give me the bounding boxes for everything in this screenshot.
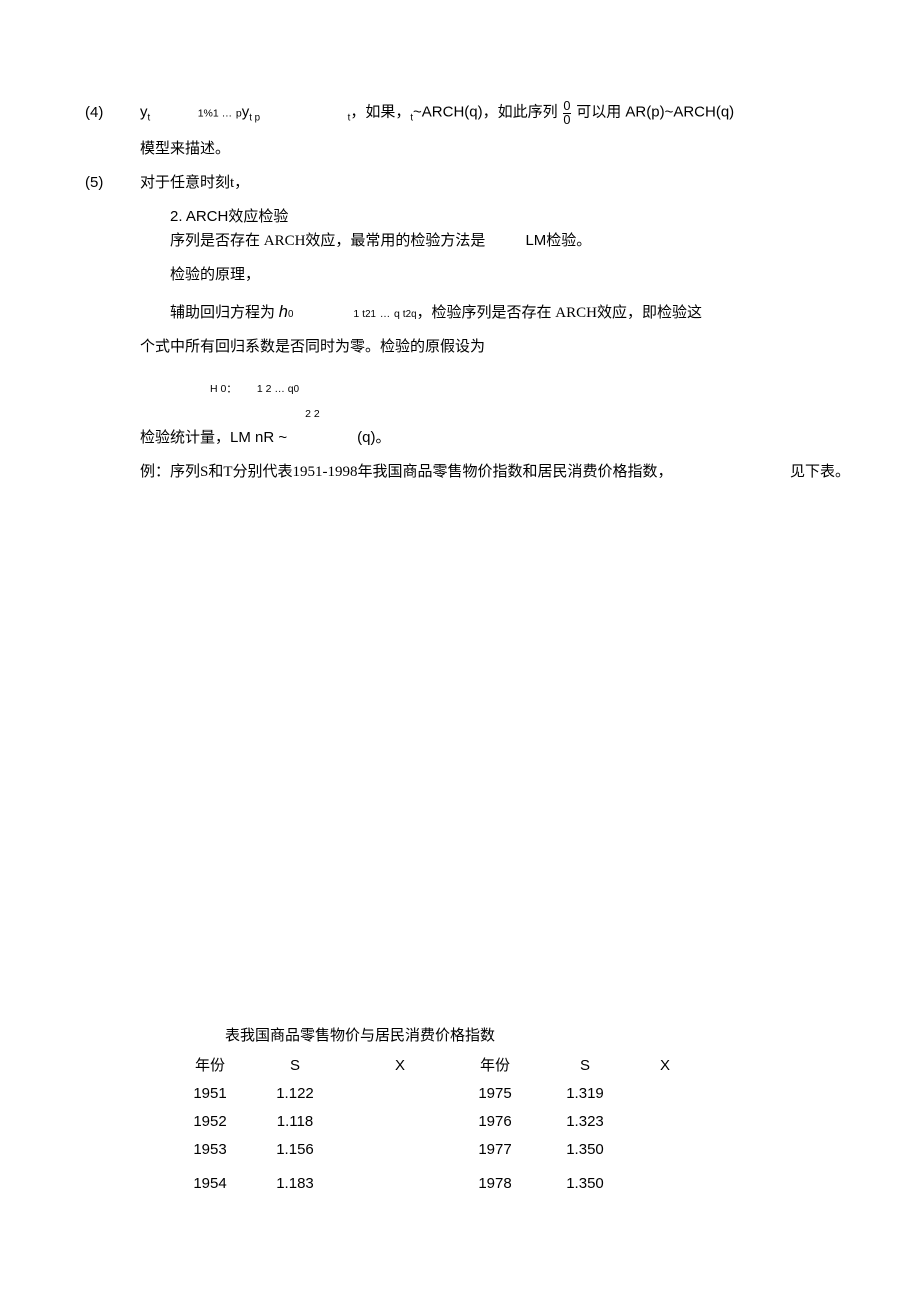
table-row: 1952 1.118 1976 1.323: [175, 1108, 695, 1136]
item-5-text: 对于任意时刻t，: [140, 171, 850, 195]
example-line: 例：序列S和T分别代表1951-1998年我国商品零售物价指数和居民消费价格指数…: [85, 460, 850, 484]
item-4-body: yt 1%1 … pyt p t，如果，t~ARCH(q)，如此序列 0 0 可…: [140, 100, 850, 127]
example-text-b: 见下表。: [790, 460, 850, 484]
aux-dots: …: [380, 306, 391, 323]
stat-sup: 2 2: [305, 406, 320, 423]
aux-label: 辅助回归方程为: [170, 301, 275, 325]
cell-year: 1978: [455, 1170, 535, 1198]
cell-x: [635, 1136, 695, 1164]
cell-x: [345, 1136, 455, 1164]
table-row: 1953 1.156 1977 1.350: [175, 1136, 695, 1164]
item-4-cont: 模型来描述。: [85, 137, 850, 161]
stat-body: LM nR ~: [230, 426, 287, 450]
eq4-rhs-1: 1%1 …: [198, 108, 232, 120]
aux-sub0: 0: [288, 307, 293, 323]
price-index-table: 年份 S X 年份 S X 1951 1.122 1975 1.319: [175, 1052, 695, 1198]
eq4-lhs-sub: t: [148, 113, 151, 124]
cell-year: 1953: [175, 1136, 245, 1164]
cell-year: 1975: [455, 1080, 535, 1108]
item-4: (4) yt 1%1 … pyt p t，如果，t~ARCH(q)，如此序列 0…: [85, 100, 850, 127]
null-hypothesis: H 0： 1 2 … q 0: [85, 381, 850, 398]
eq4-frac: 0 0: [563, 100, 570, 127]
header-s-right: S: [535, 1052, 635, 1080]
item-4-cont-text: 模型来描述。: [140, 137, 850, 161]
eq4-lhs-var: y: [140, 104, 148, 121]
header-x-right: X: [635, 1052, 695, 1080]
table-row: 1954 1.183 1978 1.350: [175, 1170, 695, 1198]
section-2-title-text: 2. ARCH效应检验: [170, 208, 288, 225]
cell-year: 1954: [175, 1170, 245, 1198]
cell-s: 1.156: [245, 1136, 345, 1164]
h0-label: H 0：: [210, 381, 237, 398]
table-body: 1951 1.122 1975 1.319 1952 1.118 1976 1.…: [175, 1080, 695, 1198]
table-header-row: 年份 S X 年份 S X: [175, 1052, 695, 1080]
cell-x: [345, 1080, 455, 1108]
section-2-title: 2. ARCH效应检验: [85, 205, 850, 229]
aux-mid2a: q t: [394, 306, 406, 323]
aux-mid1: 1 t: [353, 306, 365, 323]
eq4-text1: ，如果，: [350, 105, 410, 121]
cell-year: 1977: [455, 1136, 535, 1164]
header-s-left: S: [245, 1052, 345, 1080]
cell-s: 1.350: [535, 1170, 635, 1198]
stat-label: 检验统计量，: [140, 426, 230, 450]
cell-year: 1976: [455, 1108, 535, 1136]
h0-end: 0: [294, 382, 299, 398]
cell-year: 1952: [175, 1108, 245, 1136]
cell-s: 1.122: [245, 1080, 345, 1108]
header-x-left: X: [345, 1052, 455, 1080]
cell-x: [345, 1108, 455, 1136]
table-title: 表我国商品零售物价与居民消费价格指数: [175, 1024, 850, 1048]
aux-mid1b: 1: [371, 307, 376, 323]
section-2-p3: 个式中所有回归系数是否同时为零。检验的原假设为: [85, 335, 850, 359]
item-5: (5) 对于任意时刻t，: [85, 171, 850, 195]
cell-s: 1.118: [245, 1108, 345, 1136]
section-2-p2: 检验的原理，: [85, 263, 850, 287]
header-year-right: 年份: [455, 1052, 535, 1080]
aux-regression-line: 辅助回归方程为 h 0 1 t21 … q t2q ，检验序列是否存在 ARCH…: [85, 299, 850, 325]
eq4-text2: ~ARCH(q)，如此序列: [413, 104, 558, 121]
header-year-left: 年份: [175, 1052, 245, 1080]
cell-s: 1.350: [535, 1136, 635, 1164]
cell-x: [345, 1170, 455, 1198]
example-text-a: 例：序列S和T分别代表1951-1998年我国商品零售物价指数和居民消费价格指数…: [140, 460, 673, 484]
cell-s: 1.319: [535, 1080, 635, 1108]
cell-x: [635, 1170, 695, 1198]
table-row: 1951 1.122 1975 1.319: [175, 1080, 695, 1108]
page-content: (4) yt 1%1 … pyt p t，如果，t~ARCH(q)，如此序列 0…: [0, 0, 920, 1238]
aux-h: h: [279, 299, 288, 325]
eq4-frac-bot: 0: [563, 113, 570, 127]
item-4-number: (4): [85, 101, 140, 125]
price-index-table-area: 表我国商品零售物价与居民消费价格指数 年份 S X 年份 S X 1951 1.…: [175, 1024, 850, 1198]
section-2-p1a: 序列是否存在 ARCH效应，最常用的检验方法是: [170, 229, 485, 253]
aux-tail: ，检验序列是否存在 ARCH效应，即检验这: [417, 301, 702, 325]
test-statistic: 检验统计量， LM nR ~ 2 2 (q)。: [85, 420, 850, 450]
cell-x: [635, 1080, 695, 1108]
section-2-p1b: LM检验。: [525, 229, 591, 253]
cell-s: 1.323: [535, 1108, 635, 1136]
cell-x: [635, 1108, 695, 1136]
stat-tail: (q)。: [357, 426, 390, 450]
eq4-frac-top: 0: [563, 100, 570, 113]
cell-s: 1.183: [245, 1170, 345, 1198]
eq4-rhs-2-sub: t p: [249, 113, 260, 124]
item-5-number: (5): [85, 171, 140, 195]
h0-body: 1 2 … q: [257, 381, 294, 398]
cell-year: 1951: [175, 1080, 245, 1108]
section-2-p1: 序列是否存在 ARCH效应，最常用的检验方法是 LM检验。: [85, 229, 850, 253]
eq4-text3: 可以用 AR(p)~ARCH(q): [576, 104, 734, 121]
